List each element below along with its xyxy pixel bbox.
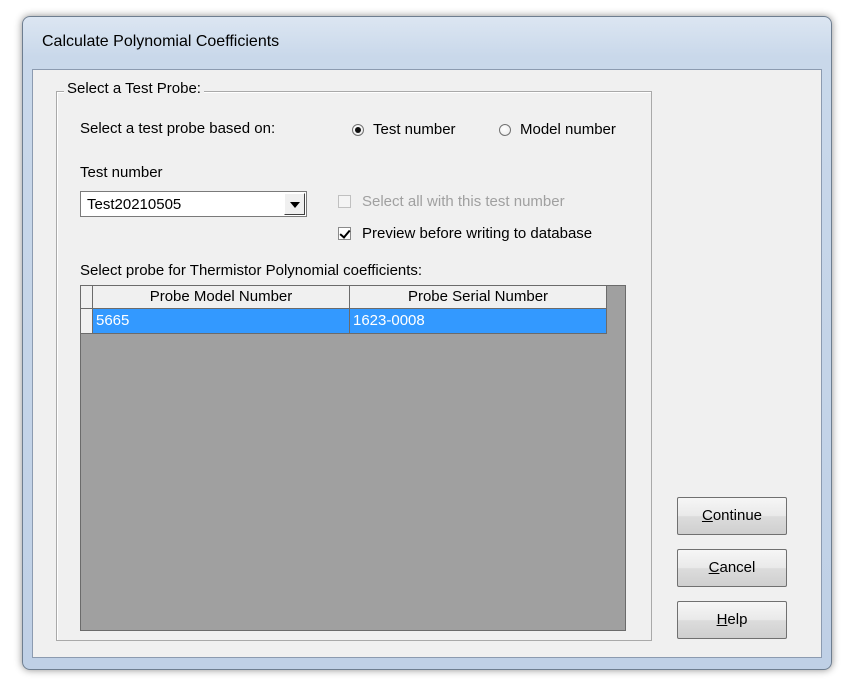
radio-test-number-indicator[interactable] [352, 123, 364, 136]
column-header-serial[interactable]: Probe Serial Number [350, 286, 607, 309]
test-number-combobox[interactable]: Test20210505 [80, 191, 307, 217]
select-all-checkbox[interactable]: Select all with this test number [338, 193, 565, 210]
preview-label: Preview before writing to database [362, 225, 593, 242]
dialog-client-area: Select a Test Probe: Select a test probe… [32, 69, 822, 658]
cancel-accelerator: C [708, 559, 720, 576]
cell-model-number[interactable]: 5665 [93, 309, 350, 334]
combobox-dropdown-button[interactable] [284, 193, 305, 215]
help-accelerator: H [716, 611, 728, 628]
table-row[interactable]: 5665 1623-0008 [81, 309, 607, 334]
radio-test-number-label: Test number [373, 121, 456, 138]
test-number-value: Test20210505 [87, 196, 182, 213]
radio-model-number-indicator[interactable] [499, 123, 511, 136]
grid-corner-cell[interactable] [81, 286, 93, 309]
preview-checkbox[interactable]: Preview before writing to database [338, 225, 592, 242]
preview-checkbox-box[interactable] [338, 227, 351, 240]
select-all-checkbox-box[interactable] [338, 195, 351, 208]
row-selector[interactable] [81, 309, 93, 334]
continue-accelerator: C [701, 507, 713, 524]
continue-button[interactable]: Continue [677, 497, 787, 535]
cancel-label: ancel [719, 559, 756, 576]
help-label: elp [727, 611, 748, 628]
probe-grid[interactable]: Probe Model Number Probe Serial Number 5… [80, 285, 626, 631]
help-button[interactable]: Help [677, 601, 787, 639]
column-header-model[interactable]: Probe Model Number [93, 286, 350, 309]
radio-test-number[interactable]: Test number [352, 121, 456, 138]
grid-header: Probe Model Number Probe Serial Number [81, 286, 607, 309]
test-number-label: Test number [80, 164, 163, 181]
chevron-down-icon [290, 202, 300, 208]
groupbox-legend: Select a Test Probe: [64, 80, 204, 97]
cell-serial-number[interactable]: 1623-0008 [350, 309, 607, 334]
dialog-window: Calculate Polynomial Coefficients Select… [22, 16, 832, 670]
continue-label: ontinue [712, 507, 763, 524]
radio-model-number-label: Model number [520, 121, 616, 138]
select-all-label: Select all with this test number [362, 193, 565, 210]
cancel-button[interactable]: Cancel [677, 549, 787, 587]
title-bar[interactable]: Calculate Polynomial Coefficients [23, 17, 831, 69]
window-title: Calculate Polynomial Coefficients [42, 33, 280, 50]
based-on-label: Select a test probe based on: [80, 120, 276, 137]
radio-model-number[interactable]: Model number [499, 121, 616, 138]
select-probe-label: Select probe for Thermistor Polynomial c… [80, 262, 423, 279]
desktop: Calculate Polynomial Coefficients Select… [0, 0, 845, 679]
